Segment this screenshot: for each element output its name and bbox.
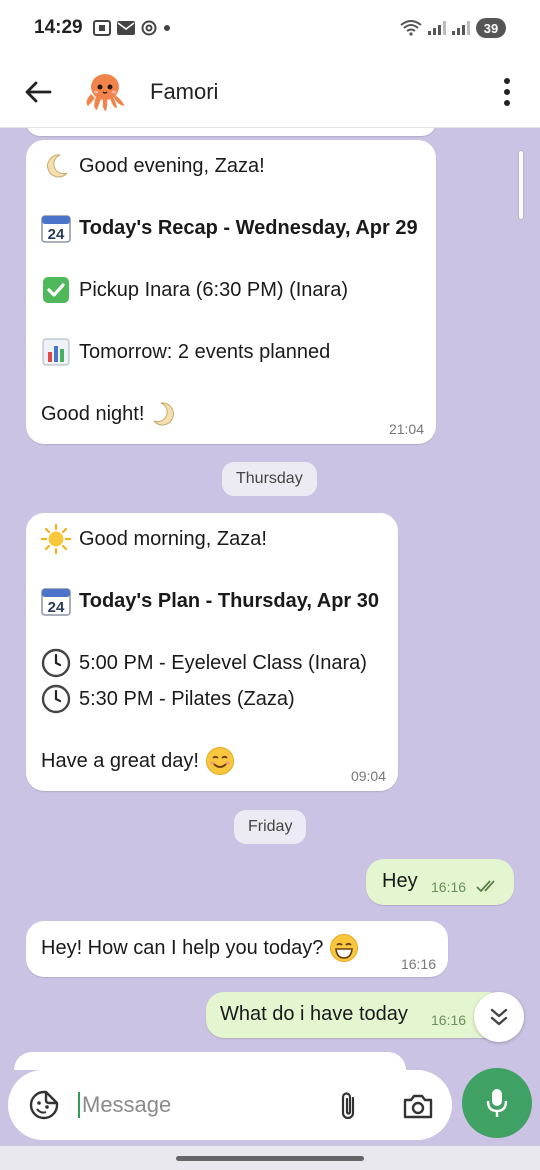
message-text: Hey! How can I help you today? — [41, 937, 324, 959]
message-bubble-recap: Good evening, Zaza! 24 Today's Recap - W… — [26, 140, 436, 444]
battery-indicator: 39 — [476, 18, 506, 38]
screenshot-icon — [92, 20, 111, 36]
calendar-icon: 24 — [41, 586, 71, 616]
message-input[interactable] — [78, 1092, 308, 1118]
contact-name[interactable]: Famori — [150, 79, 218, 105]
signal-icon — [428, 21, 446, 35]
message-composer — [0, 1068, 540, 1146]
message-text: What do i have today — [220, 1003, 408, 1025]
notification-icons — [92, 20, 171, 36]
camera-icon — [403, 1094, 433, 1119]
check-mark-icon — [41, 275, 71, 305]
recap-closing: Good night! — [41, 403, 145, 425]
plan-event-1: 5:00 PM - Eyelevel Class (Inara) — [79, 652, 367, 674]
more-vert-icon — [504, 77, 510, 84]
plan-event-2: 5:30 PM - Pilates (Zaza) — [79, 688, 295, 710]
home-gesture-handle[interactable] — [176, 1156, 364, 1161]
previous-message-bubble — [26, 128, 436, 136]
message-input-container[interactable] — [8, 1070, 452, 1140]
message-bubble-outgoing-hey: Hey 16:16 — [366, 859, 514, 905]
message-time: 09:04 — [350, 768, 386, 784]
more-options-button[interactable] — [492, 72, 522, 112]
recap-pickup: Pickup Inara (6:30 PM) (Inara) — [79, 279, 348, 301]
message-time: 16:16 — [431, 1012, 467, 1028]
clock-icon — [41, 648, 71, 678]
smiling-face-icon — [205, 746, 235, 776]
date-separator-thursday: Thursday — [222, 462, 317, 496]
message-bubble-outgoing-question: What do i have today 16:16 — [206, 992, 506, 1038]
dot-icon — [163, 25, 170, 31]
chevrons-down-icon — [490, 1008, 508, 1026]
camera-button[interactable] — [398, 1086, 438, 1126]
plan-greeting: Good morning, Zaza! — [79, 528, 267, 550]
paperclip-icon — [341, 1092, 355, 1120]
clock-icon — [41, 684, 71, 714]
message-time: 16:16 — [400, 956, 436, 972]
sticker-icon — [29, 1090, 59, 1120]
chat-area[interactable]: Good evening, Zaza! 24 Today's Recap - W… — [0, 128, 540, 1070]
signal-icon-2 — [452, 21, 470, 35]
calendar-icon: 24 — [41, 213, 71, 243]
mail-icon — [116, 21, 135, 35]
double-check-icon — [476, 880, 495, 893]
date-separator-friday: Friday — [234, 810, 307, 844]
status-time: 14:29 — [34, 17, 83, 38]
status-bar: 14:29 39 — [0, 0, 540, 56]
system-icons: 39 — [400, 18, 506, 38]
message-time: 21:04 — [388, 421, 424, 437]
svg-text:24: 24 — [48, 599, 65, 616]
attach-button[interactable] — [328, 1086, 368, 1126]
svg-text:24: 24 — [48, 226, 65, 243]
threads-icon — [141, 20, 157, 36]
message-time: 16:16 — [431, 879, 467, 895]
voice-record-button[interactable] — [462, 1068, 532, 1138]
back-button[interactable] — [18, 72, 58, 112]
recap-tomorrow: Tomorrow: 2 events planned — [79, 341, 331, 363]
bar-chart-icon — [41, 337, 71, 367]
message-text: Hey — [382, 870, 418, 892]
system-navigation-bar — [0, 1146, 540, 1170]
scrollbar-thumb[interactable] — [518, 150, 524, 220]
recap-greeting: Good evening, Zaza! — [79, 155, 265, 177]
chat-header: Famori — [0, 56, 540, 128]
message-bubble-plan: Good morning, Zaza! 24 Today's Plan - Th… — [26, 513, 398, 791]
grinning-face-icon — [329, 933, 359, 963]
avatar[interactable] — [80, 67, 130, 117]
message-bubble-incoming-help: Hey! How can I help you today? 16:16 — [26, 921, 448, 977]
sticker-button[interactable] — [24, 1085, 64, 1125]
next-message-bubble — [14, 1052, 406, 1070]
wifi-icon — [400, 20, 422, 36]
crescent-moon-icon-2 — [150, 399, 180, 429]
octopus-icon — [86, 73, 124, 111]
recap-title: Today's Recap - Wednesday, Apr 29 — [79, 217, 418, 239]
plan-closing: Have a great day! — [41, 750, 199, 772]
plan-title: Today's Plan - Thursday, Apr 30 — [79, 590, 380, 612]
sun-icon — [41, 524, 71, 554]
crescent-moon-icon — [41, 151, 71, 181]
arrow-left-icon — [25, 81, 52, 102]
scroll-to-bottom-button[interactable] — [474, 992, 524, 1042]
microphone-icon — [486, 1089, 508, 1117]
